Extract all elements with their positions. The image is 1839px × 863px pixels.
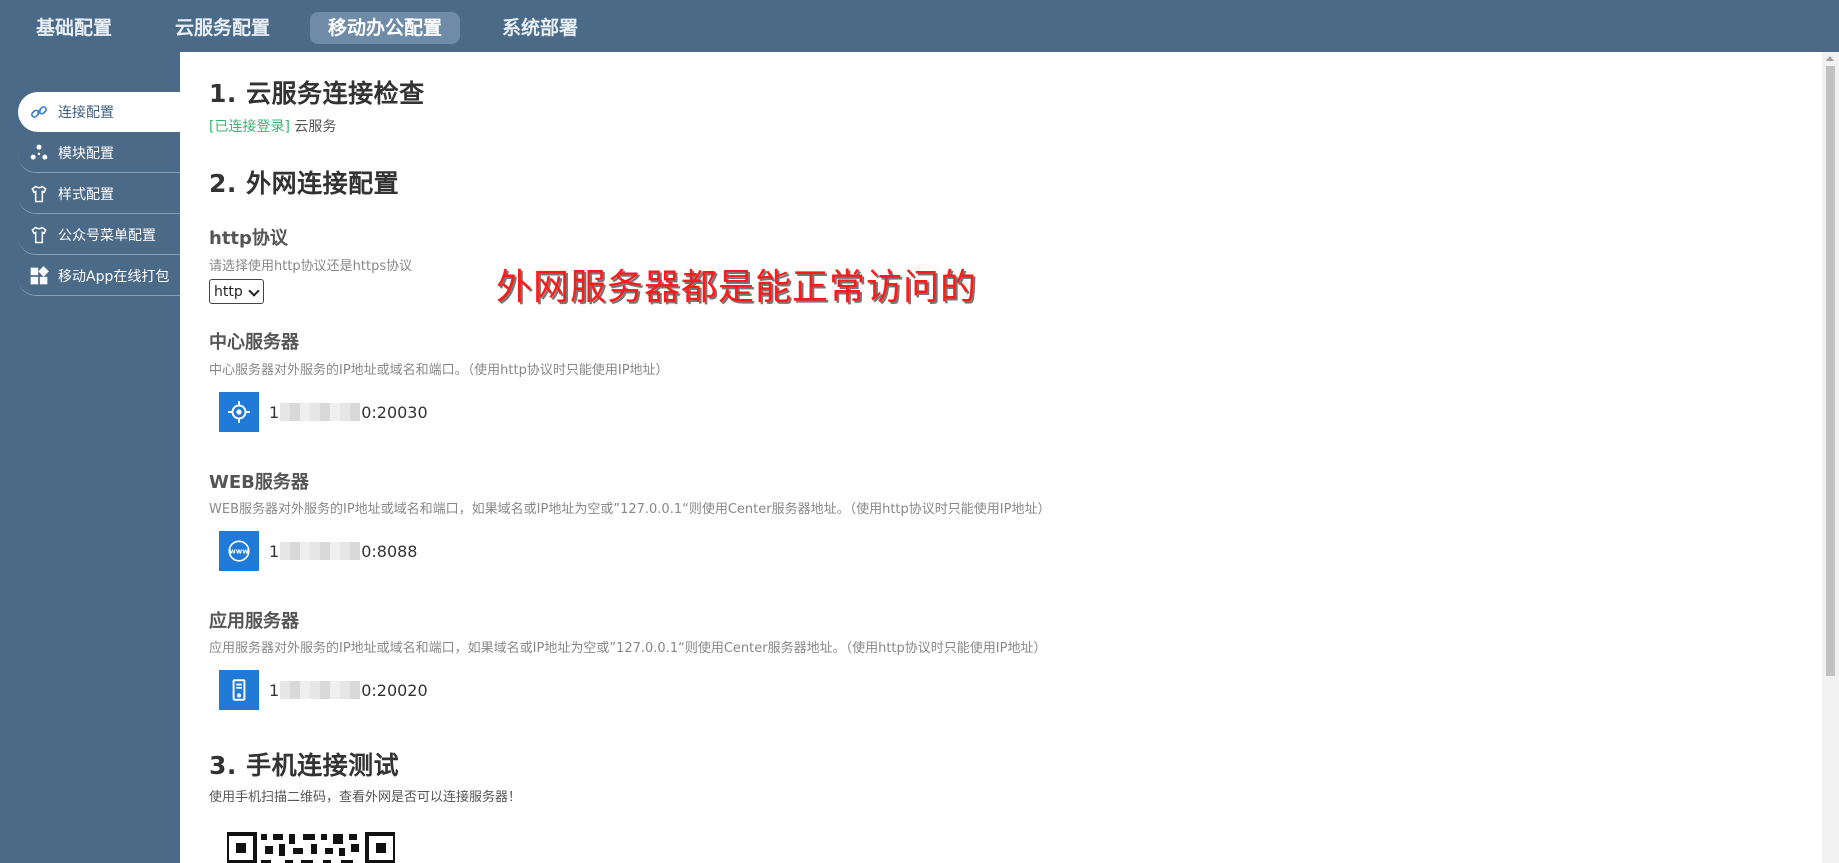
server-value-prefix: 1 [269, 541, 280, 561]
sidebar: 连接配置 模块配置 样式配置 公众号菜单配置 移动App在线打包 [0, 52, 180, 863]
server-value-prefix: 1 [269, 680, 280, 700]
server-icon [219, 670, 259, 710]
target-icon [219, 392, 259, 432]
section-title-mobile-test: 3. 手机连接测试 [209, 751, 400, 780]
center-server-desc: 中心服务器对外服务的IP地址或域名和端口。（使用http协议时只能使用IP地址） [209, 363, 669, 378]
tab-system-deploy[interactable]: 系统部署 [484, 12, 596, 44]
redacted-ip [280, 681, 361, 699]
web-server-value[interactable]: 1 0:8088 [269, 542, 417, 561]
section-title-external-config: 2. 外网连接配置 [209, 169, 400, 198]
app-server-field[interactable]: 1 0:20020 [219, 670, 428, 710]
grid-icon [28, 265, 50, 287]
vertical-scrollbar[interactable] [1822, 52, 1839, 863]
http-protocol-selected: http [214, 283, 243, 300]
sidebar-item-label: 公众号菜单配置 [58, 227, 156, 244]
web-server-field[interactable]: www 1 0:8088 [219, 531, 417, 571]
scrollbar-thumb[interactable] [1826, 66, 1835, 676]
connection-status: [已连接登录] 云服务 [209, 116, 336, 136]
sidebar-item-label: 样式配置 [58, 186, 114, 203]
link-icon [28, 101, 50, 123]
http-protocol-select[interactable]: http [209, 279, 264, 304]
app-server-title: 应用服务器 [209, 611, 299, 632]
sidebar-item-official-account-menu[interactable]: 公众号菜单配置 [18, 215, 180, 255]
redacted-ip [280, 403, 361, 421]
mobile-test-desc: 使用手机扫描二维码，查看外网是否可以连接服务器！ [209, 790, 522, 805]
http-protocol-title: http协议 [209, 228, 288, 249]
top-tab-bar: 基础配置 云服务配置 移动办公配置 系统部署 [0, 0, 1839, 52]
center-server-value[interactable]: 1 0:20030 [269, 403, 428, 422]
sidebar-item-label: 移动App在线打包 [58, 268, 170, 285]
svg-text:www: www [229, 547, 249, 556]
app-server-desc: 应用服务器对外服务的IP地址或域名和端口，如果域名或IP地址为空或”127.0.… [209, 641, 1047, 656]
tab-cloud-config[interactable]: 云服务配置 [157, 12, 288, 44]
center-server-field[interactable]: 1 0:20030 [219, 392, 428, 432]
web-server-title: WEB服务器 [209, 472, 309, 493]
app-server-value[interactable]: 1 0:20020 [269, 681, 428, 700]
web-server-desc: WEB服务器对外服务的IP地址或域名和端口，如果域名或IP地址为空或”127.0… [209, 502, 1051, 517]
chevron-down-icon [248, 285, 260, 297]
www-globe-icon: www [219, 531, 259, 571]
tab-mobile-office-config[interactable]: 移动办公配置 [310, 12, 461, 44]
sidebar-item-module-config[interactable]: 模块配置 [18, 133, 180, 173]
modules-icon [28, 142, 50, 164]
server-value-suffix: 0:20020 [361, 680, 428, 700]
shirt-icon [28, 183, 50, 205]
section-title-cloud-check: 1. 云服务连接检查 [209, 79, 425, 108]
center-server-title: 中心服务器 [209, 332, 299, 353]
main-content: 1. 云服务连接检查 [已连接登录] 云服务 2. 外网连接配置 http协议 … [180, 52, 1822, 863]
sidebar-item-label: 连接配置 [58, 105, 114, 121]
tab-basic-config[interactable]: 基础配置 [18, 12, 130, 44]
server-value-suffix: 0:8088 [361, 541, 418, 561]
sidebar-item-connection-config[interactable]: 连接配置 [18, 92, 180, 132]
sidebar-item-style-config[interactable]: 样式配置 [18, 174, 180, 214]
status-badge: [已连接登录] [209, 119, 290, 135]
shirt-icon [28, 224, 50, 246]
sidebar-item-app-packaging[interactable]: 移动App在线打包 [18, 256, 180, 296]
qr-code [227, 832, 395, 863]
status-service-label: 云服务 [294, 119, 337, 135]
server-value-suffix: 0:20030 [361, 402, 428, 422]
http-protocol-desc: 请选择使用http协议还是https协议 [209, 259, 413, 274]
sidebar-item-label: 模块配置 [58, 145, 114, 162]
server-value-prefix: 1 [269, 402, 280, 422]
scroll-up-icon[interactable] [1826, 56, 1834, 61]
redacted-ip [280, 542, 361, 560]
annotation-overlay: 外网服务器都是能正常访问的 [496, 267, 978, 308]
